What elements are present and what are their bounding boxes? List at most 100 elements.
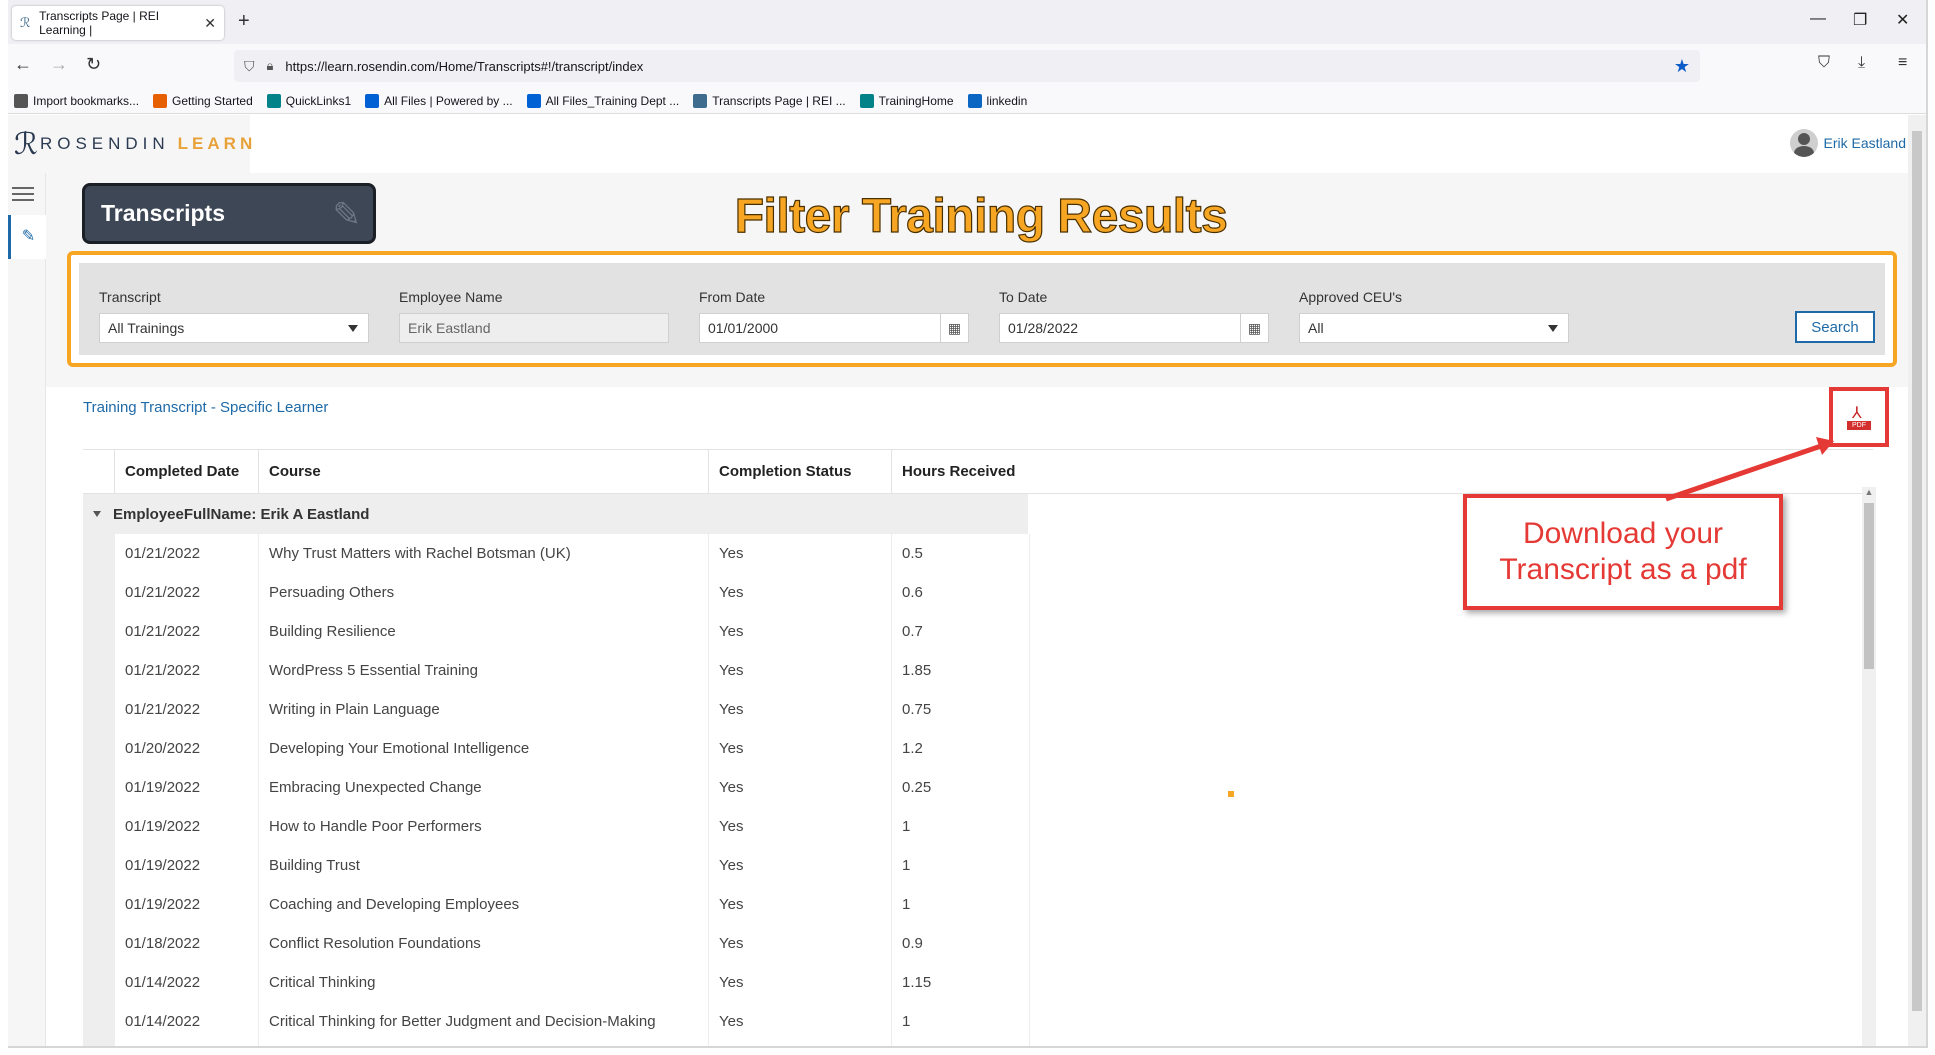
table-row[interactable]: 01/21/2022 Building Resilience Yes 0.7	[83, 612, 1873, 651]
brand-suffix: LEARN	[177, 134, 257, 153]
table-row[interactable]: 01/21/2022 WordPress 5 Essential Training…	[83, 651, 1873, 690]
restore-icon[interactable]: ❐	[1853, 10, 1867, 30]
group-row[interactable]: EmployeeFullName: Erik A Eastland	[83, 494, 1028, 534]
completed-date-cell: 01/14/2022	[115, 963, 259, 1002]
calendar-icon[interactable]: ▦	[1240, 314, 1268, 342]
back-icon[interactable]: ←	[14, 54, 32, 75]
group-indent	[83, 534, 115, 573]
hours-received-cell: 1	[892, 807, 1030, 846]
table-row[interactable]: 01/19/2022 How to Handle Poor Performers Y…	[83, 807, 1873, 846]
to-date-filter: To Date 01/28/2022 ▦	[999, 289, 1269, 343]
bookmark-item[interactable]: Import bookmarks...	[14, 93, 139, 108]
close-tab-icon[interactable]: ✕	[204, 15, 216, 32]
table-row[interactable]: 01/13/2022Solving Business ProblemsYes0.…	[83, 1041, 1873, 1046]
bookmark-label: QuickLinks1	[285, 93, 352, 108]
download-icon[interactable]: ⤓	[1858, 54, 1865, 72]
pdf-callout: Download your Transcript as a pdf	[1463, 494, 1783, 610]
to-date-input[interactable]: 01/28/2022 ▦	[999, 313, 1269, 343]
group-indent	[83, 924, 115, 963]
address-bar[interactable]: ⛉ 🔒︎ https://learn.rosendin.com/Home/Tra…	[234, 50, 1700, 82]
new-tab-icon[interactable]: +	[238, 10, 250, 33]
course-cell: Building Resilience	[259, 612, 709, 651]
column-header-hours-received[interactable]: Hours Received	[892, 450, 1030, 493]
completion-status-cell: Yes	[709, 651, 892, 690]
sharepoint-icon	[859, 93, 874, 108]
bookmark-item[interactable]: All Files_Training Dept ...	[526, 93, 679, 108]
page-scrollbar-thumb[interactable]	[1912, 131, 1922, 1011]
chevron-down-icon[interactable]	[348, 325, 358, 332]
url-text[interactable]: https://learn.rosendin.com/Home/Transcri…	[285, 59, 643, 74]
from-date-value[interactable]: 01/01/2000	[708, 320, 778, 336]
user-name[interactable]: Erik Eastland	[1824, 135, 1906, 151]
to-date-value[interactable]: 01/28/2022	[1008, 320, 1078, 336]
group-indent	[83, 573, 115, 612]
ceu-filter: Approved CEU's All	[1299, 289, 1569, 343]
bookmark-item[interactable]: linkedin	[967, 93, 1027, 108]
rosendin-learn-logo[interactable]: ℛ ROSENDIN LEARN	[8, 115, 252, 173]
search-button[interactable]: Search	[1795, 311, 1875, 343]
navigation-bar: ← → ↻ ⛉ 🔒︎ https://learn.rosendin.com/Ho…	[8, 44, 1926, 88]
minimize-icon[interactable]: —	[1810, 10, 1826, 28]
completed-date-cell: 01/14/2022	[115, 1002, 259, 1041]
column-header-completion-status[interactable]: Completion Status	[709, 450, 892, 493]
user-menu[interactable]: Erik Eastland	[1789, 129, 1906, 157]
pdf-icon[interactable]: ⅄ PDF	[1847, 403, 1871, 431]
bookmark-item[interactable]: TrainingHome	[859, 93, 954, 108]
group-indent	[83, 885, 115, 924]
bookmark-item[interactable]: QuickLinks1	[266, 93, 352, 108]
transcript-select[interactable]: All Trainings	[99, 313, 369, 343]
menu-icon[interactable]: ≡	[1898, 54, 1907, 72]
transcript-value: All Trainings	[108, 320, 185, 336]
table-row[interactable]: 01/14/2022 Critical Thinking for Better J…	[83, 1002, 1873, 1041]
reload-icon[interactable]: ↻	[86, 54, 101, 75]
brand-name: ROSENDIN	[39, 134, 170, 153]
page-scrollbar[interactable]	[1908, 115, 1926, 1046]
bookmarks-bar: Import bookmarks... Getting Started QuickL…	[8, 88, 1926, 114]
column-header-course[interactable]: Course	[259, 450, 709, 493]
table-row[interactable]: 01/14/2022 Critical Thinking Yes 1.15	[83, 963, 1873, 1002]
from-date-input[interactable]: 01/01/2000 ▦	[699, 313, 969, 343]
group-indent	[83, 651, 115, 690]
forward-icon[interactable]: →	[50, 54, 68, 75]
scroll-up-icon[interactable]: ▲	[1862, 487, 1876, 501]
browser-tab[interactable]: ℛ Transcripts Page | REI Learning | ✕	[12, 6, 224, 40]
employee-value: Erik Eastland	[408, 320, 491, 336]
grid-scrollbar-thumb[interactable]	[1864, 503, 1874, 669]
sidebar: ✎	[8, 173, 46, 1046]
tab-title: Transcripts Page | REI Learning |	[39, 9, 160, 37]
close-window-icon[interactable]: ✕	[1896, 10, 1909, 30]
table-row[interactable]: 01/18/2022 Conflict Resolution Foundation…	[83, 924, 1873, 963]
hamburger-menu-icon[interactable]	[12, 187, 34, 203]
calendar-icon[interactable]: ▦	[940, 314, 968, 342]
pocket-icon[interactable]: ⛉	[1818, 54, 1830, 72]
bookmark-star-icon[interactable]: ★	[1674, 56, 1690, 77]
bookmark-item[interactable]: Transcripts Page | REI ...	[693, 93, 846, 108]
lock-icon[interactable]: 🔒︎	[267, 58, 274, 74]
group-indent	[83, 729, 115, 768]
chevron-down-icon[interactable]	[1548, 325, 1558, 332]
table-row[interactable]: 01/19/2022 Building Trust Yes 1	[83, 846, 1873, 885]
pdf-label: PDF	[1847, 421, 1871, 430]
completed-date-cell: 01/21/2022	[115, 651, 259, 690]
collapse-triangle-icon[interactable]	[93, 511, 101, 517]
table-row[interactable]: 01/21/2022 Writing in Plain Language Yes 0.…	[83, 690, 1873, 729]
header-spacer	[83, 450, 115, 493]
linkedin-icon	[967, 93, 982, 108]
filter-panel: Transcript All Trainings Employee Name E…	[79, 263, 1885, 355]
transcript-edit-icon[interactable]: ✎	[8, 215, 46, 259]
table-row[interactable]: 01/19/2022 Embracing Unexpected Change Yes…	[83, 768, 1873, 807]
bookmark-item[interactable]: All Files | Powered by ...	[365, 93, 513, 108]
bookmark-label: All Files | Powered by ...	[384, 93, 513, 108]
column-header-completed-date[interactable]: Completed Date	[115, 450, 259, 493]
ceu-select[interactable]: All	[1299, 313, 1569, 343]
course-cell: Developing Your Emotional Intelligence	[259, 729, 709, 768]
table-row[interactable]: 01/20/2022 Developing Your Emotional Inte…	[83, 729, 1873, 768]
group-indent	[83, 807, 115, 846]
box-icon	[365, 93, 380, 108]
shield-icon[interactable]: ⛉	[244, 58, 255, 75]
bookmark-item[interactable]: Getting Started	[153, 93, 253, 108]
group-indent	[83, 1041, 115, 1046]
table-row[interactable]: 01/19/2022 Coaching and Developing Employ…	[83, 885, 1873, 924]
hours-received-cell: 1.85	[892, 651, 1030, 690]
group-label: EmployeeFullName: Erik A Eastland	[113, 505, 370, 523]
